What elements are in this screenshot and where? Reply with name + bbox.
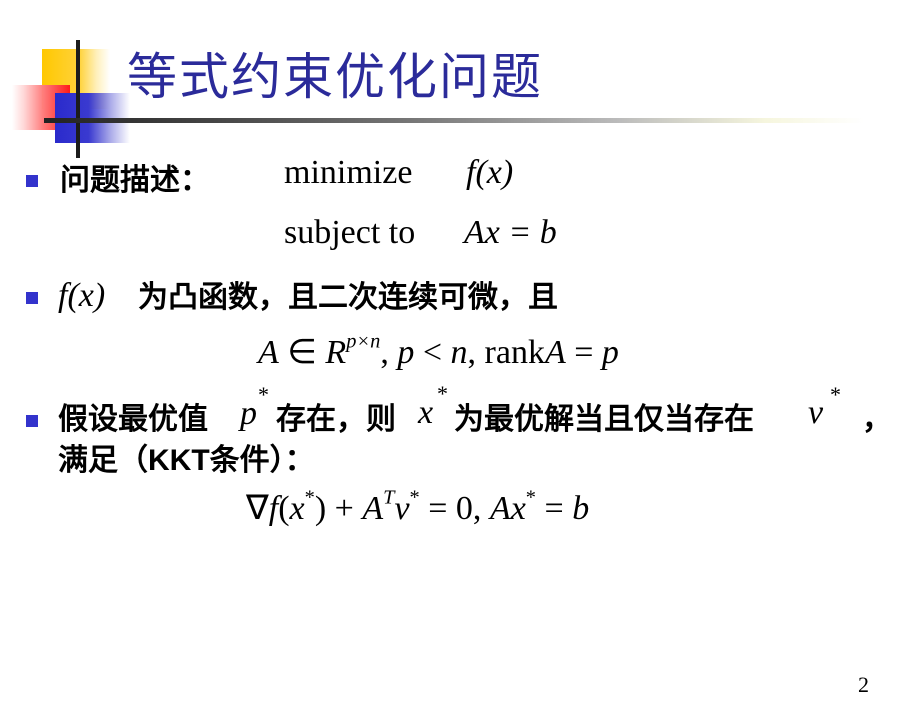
dual-variable-symbol: ν xyxy=(808,394,824,431)
optimal-value-star: * xyxy=(258,382,269,407)
kkt-label: KKT xyxy=(148,444,210,477)
objective-keyword: minimize xyxy=(284,154,413,191)
function-symbol: f(x) xyxy=(58,277,106,314)
assumption-text-a: 假设最优值 xyxy=(58,402,208,437)
convexity-statement: 为凸函数，且二次连续可微，且 xyxy=(138,280,558,315)
dual-variable-star: * xyxy=(830,382,841,407)
slide-title: 等式约束优化问题 xyxy=(127,48,543,106)
objective-expression: f(x) xyxy=(466,156,513,190)
problem-description-label: 问题描述： xyxy=(60,163,210,198)
assumption-text-b: 存在，则 xyxy=(276,402,396,437)
optimal-value-symbol: p xyxy=(240,395,257,432)
page-number: 2 xyxy=(858,672,869,697)
kkt-line: 满足（KKT条件）： xyxy=(58,446,315,476)
title-underline xyxy=(44,118,864,123)
bullet-icon xyxy=(26,292,38,304)
bullet-icon xyxy=(26,175,38,187)
kkt-line-suffix: 条件）： xyxy=(209,443,315,478)
kkt-line-prefix: 满足（ xyxy=(58,443,148,478)
constraint-keyword: subject to xyxy=(284,214,416,251)
kkt-equation: ∇f(x*) + ATν* = 0, Ax* = b xyxy=(246,486,590,527)
optimal-point-symbol: x xyxy=(418,394,434,431)
assumption-text-d: ， xyxy=(862,402,892,437)
assumption-text-c: 为最优解当且仅当存在 xyxy=(454,402,754,437)
decor-vertical-line xyxy=(76,40,80,158)
matrix-condition: A ∈ Rp×n, p < n, rankA = p xyxy=(258,330,619,371)
bullet-icon xyxy=(26,415,38,427)
constraint-expression: Ax = b xyxy=(464,214,557,251)
objective-expression-text: f(x) xyxy=(466,154,514,191)
optimal-point-star: * xyxy=(437,381,448,406)
